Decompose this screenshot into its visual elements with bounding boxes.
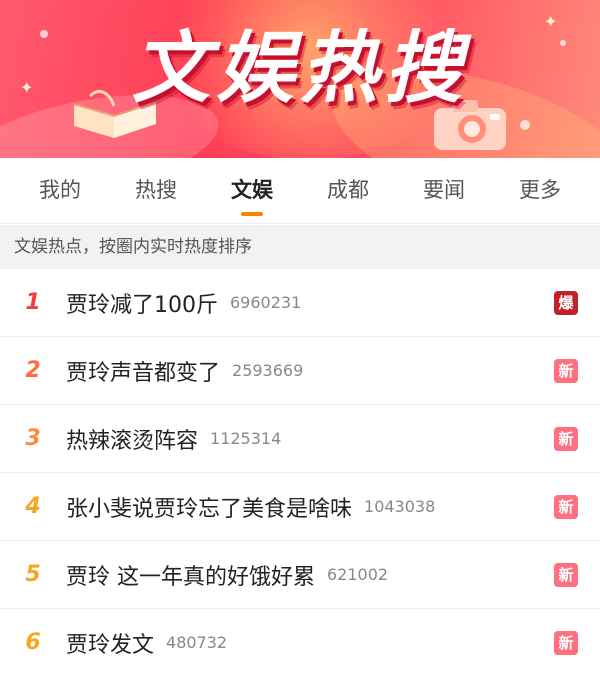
rank-number: 3 — [25, 426, 41, 451]
heat-count: 1043038 — [364, 497, 436, 516]
new-badge-icon: 新 — [554, 358, 578, 383]
heat-count: 2593669 — [232, 361, 304, 380]
tab-bar: 我的 热搜 文娱 成都 要闻 更多 — [0, 158, 600, 224]
topic-title[interactable]: 热辣滚烫阵容 — [66, 423, 198, 455]
list-item[interactable]: 5 贾玲 这一年真的好饿好累 621002 新 — [0, 541, 600, 609]
topic-title[interactable]: 贾玲减了100斤 — [66, 287, 218, 319]
list-item[interactable]: 6 贾玲发文 480732 新 — [0, 609, 600, 676]
tab-more[interactable]: 更多 — [513, 158, 567, 224]
new-badge-icon: 新 — [554, 562, 578, 587]
tab-news[interactable]: 要闻 — [417, 158, 471, 224]
rank-number: 1 — [25, 290, 41, 315]
list-description: 文娱热点，按圈内实时热度排序 — [0, 225, 600, 269]
tab-entertainment[interactable]: 文娱 — [225, 158, 279, 224]
hot-badge-icon: 爆 — [554, 290, 578, 315]
new-badge-icon: 新 — [554, 426, 578, 451]
heat-count: 6960231 — [230, 293, 302, 312]
list-item[interactable]: 4 张小斐说贾玲忘了美食是啥味 1043038 新 — [0, 473, 600, 541]
topic-title[interactable]: 贾玲 这一年真的好饿好累 — [66, 559, 315, 591]
topic-title[interactable]: 贾玲声音都变了 — [66, 355, 220, 387]
tab-hot-search[interactable]: 热搜 — [129, 158, 183, 224]
hot-search-list: 1 贾玲减了100斤 6960231 爆 2 贾玲声音都变了 2593669 新… — [0, 269, 600, 676]
banner-title: 文娱热搜 — [131, 24, 468, 114]
list-item[interactable]: 2 贾玲声音都变了 2593669 新 — [0, 337, 600, 405]
heat-count: 480732 — [166, 633, 228, 652]
rank-number: 5 — [25, 562, 41, 587]
heat-count: 621002 — [327, 565, 389, 584]
topic-title[interactable]: 张小斐说贾玲忘了美食是啥味 — [66, 491, 352, 523]
list-item[interactable]: 1 贾玲减了100斤 6960231 爆 — [0, 269, 600, 337]
topic-title[interactable]: 贾玲发文 — [66, 627, 154, 659]
heat-count: 1125314 — [210, 429, 282, 448]
new-badge-icon: 新 — [554, 494, 578, 519]
tab-mine[interactable]: 我的 — [33, 158, 87, 224]
decor-dot — [520, 120, 530, 130]
list-item[interactable]: 3 热辣滚烫阵容 1125314 新 — [0, 405, 600, 473]
rank-number: 4 — [25, 494, 41, 519]
new-badge-icon: 新 — [554, 630, 578, 655]
rank-number: 2 — [25, 358, 41, 383]
rank-number: 6 — [25, 630, 41, 655]
banner: ✦ ✦ 文娱热搜 — [0, 0, 600, 158]
tab-chengdu[interactable]: 成都 — [321, 158, 375, 224]
